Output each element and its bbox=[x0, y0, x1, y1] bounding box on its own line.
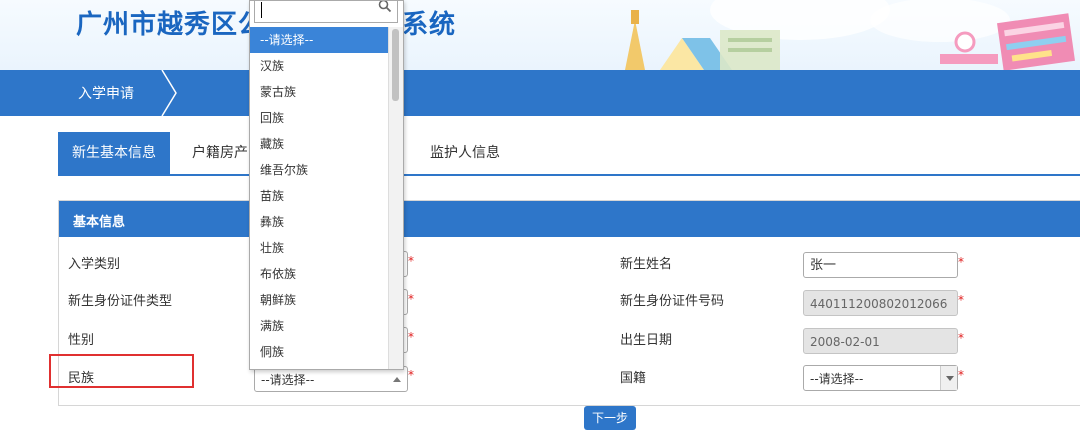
main-nav-bar: 入学申请 bbox=[0, 70, 1080, 116]
app-header: 广州市越秀区公 系统 bbox=[0, 0, 1080, 70]
nav-item-label: 入学申请 bbox=[78, 86, 134, 102]
nationality-label: 国籍 bbox=[620, 371, 647, 386]
birth-date-field[interactable]: 2008-02-01 bbox=[803, 328, 958, 354]
id-type-label: 新生身份证件类型 bbox=[68, 294, 173, 309]
dropdown-option[interactable]: 布依族 bbox=[250, 261, 388, 287]
required-mark: * bbox=[408, 254, 414, 268]
dropdown-option[interactable]: 藏族 bbox=[250, 131, 388, 157]
id-number-label: 新生身份证件号码 bbox=[620, 294, 725, 309]
next-step-button[interactable]: 下一步 bbox=[584, 406, 636, 430]
required-mark: * bbox=[958, 368, 964, 382]
dropdown-option[interactable]: 彝族 bbox=[250, 209, 388, 235]
chevron-right-icon bbox=[161, 70, 177, 116]
dropdown-search-input[interactable] bbox=[254, 1, 398, 23]
nationality-select-value: --请选择-- bbox=[810, 372, 864, 386]
required-mark: * bbox=[408, 330, 414, 344]
dropdown-option[interactable]: 蒙古族 bbox=[250, 79, 388, 105]
id-number-field[interactable]: 440111200802012066 bbox=[803, 290, 958, 316]
ethnicity-select-value: --请选择-- bbox=[261, 373, 315, 387]
nationality-select[interactable]: --请选择-- bbox=[803, 365, 958, 391]
system-title: 广州市越秀区公 系统 bbox=[76, 4, 455, 41]
header-decoration-illustration bbox=[625, 0, 1075, 70]
birth-date-label: 出生日期 bbox=[620, 333, 673, 348]
caret-up-icon bbox=[393, 377, 401, 382]
text-cursor bbox=[261, 2, 262, 18]
form-tabs: 新生基本信息 户籍房产 监护人信息 bbox=[58, 132, 1080, 176]
scrollbar-thumb[interactable] bbox=[392, 29, 399, 101]
required-mark: * bbox=[958, 331, 964, 345]
dropdown-option[interactable]: 汉族 bbox=[250, 53, 388, 79]
dropdown-option[interactable]: 回族 bbox=[250, 105, 388, 131]
dropdown-option[interactable]: 侗族 bbox=[250, 339, 388, 365]
admission-type-label: 入学类别 bbox=[68, 257, 121, 272]
student-name-label: 新生姓名 bbox=[620, 257, 673, 272]
required-mark: * bbox=[958, 293, 964, 307]
student-name-input[interactable] bbox=[803, 252, 958, 278]
dropdown-scrollbar[interactable] bbox=[388, 27, 403, 369]
ethnicity-highlight-box bbox=[49, 354, 194, 388]
panel-header: 基本信息 bbox=[59, 201, 1080, 237]
required-mark: * bbox=[408, 368, 414, 382]
caret-down-icon bbox=[940, 366, 957, 390]
tab-basic-info[interactable]: 新生基本信息 bbox=[58, 132, 170, 174]
required-mark: * bbox=[958, 255, 964, 269]
dropdown-option[interactable]: 苗族 bbox=[250, 183, 388, 209]
gender-label: 性别 bbox=[68, 333, 95, 348]
tab-guardian-info[interactable]: 监护人信息 bbox=[416, 132, 514, 174]
dropdown-option[interactable]: 维吾尔族 bbox=[250, 157, 388, 183]
required-mark: * bbox=[408, 292, 414, 306]
dropdown-option[interactable]: 朝鲜族 bbox=[250, 287, 388, 313]
dropdown-options: --请选择-- 汉族 蒙古族 回族 藏族 维吾尔族 苗族 彝族 壮族 布依族 朝鲜族 满族 侗族 bbox=[250, 27, 388, 365]
nav-item-admission-application[interactable]: 入学申请 bbox=[0, 70, 177, 116]
system-title-left: 广州市越秀区公 bbox=[76, 10, 266, 40]
dropdown-option[interactable]: --请选择-- bbox=[250, 27, 388, 53]
search-icon bbox=[378, 1, 392, 13]
dropdown-option[interactable]: 壮族 bbox=[250, 235, 388, 261]
ethnicity-dropdown-list: --请选择-- 汉族 蒙古族 回族 藏族 维吾尔族 苗族 彝族 壮族 布依族 朝鲜族 满族 侗族 bbox=[249, 0, 404, 370]
dropdown-option[interactable]: 满族 bbox=[250, 313, 388, 339]
panel-title: 基本信息 bbox=[73, 215, 126, 230]
